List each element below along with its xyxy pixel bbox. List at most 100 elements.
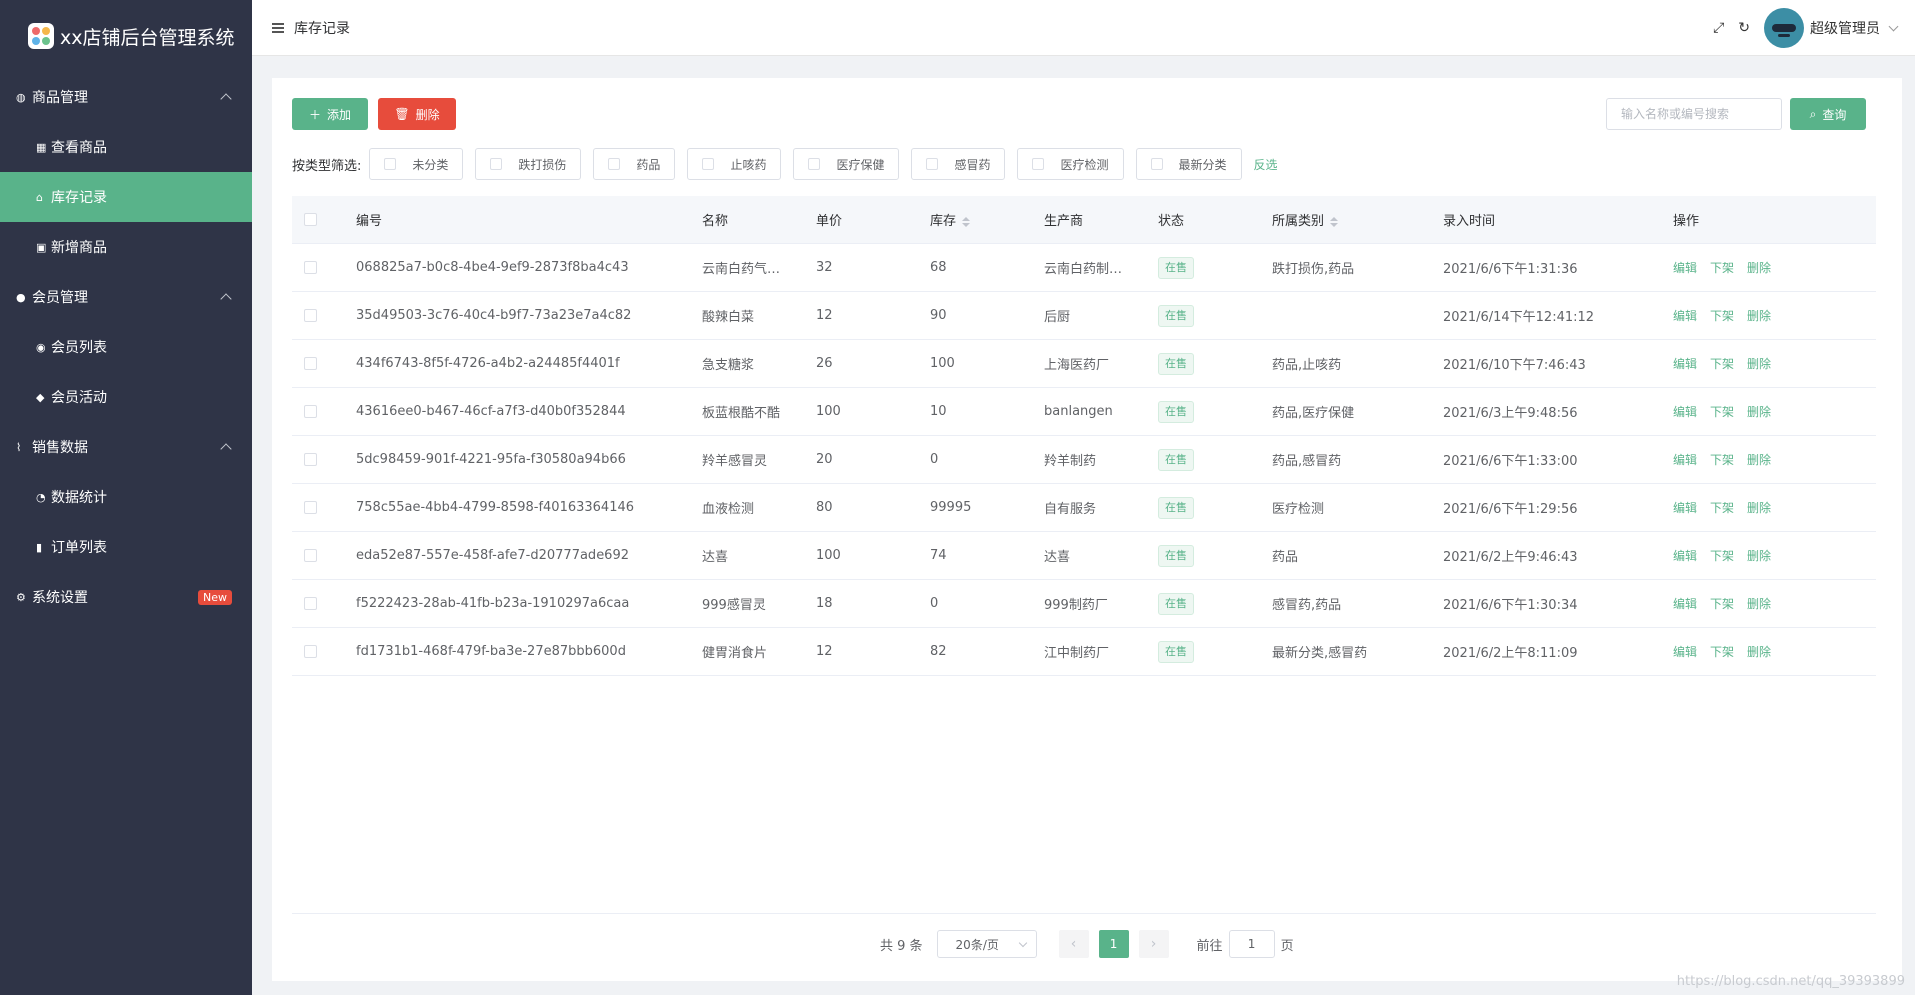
col-header-time: 录入时间 — [1443, 214, 1496, 229]
filter-checkbox[interactable]: 未分类 — [369, 148, 464, 180]
filter-checkbox[interactable]: 最新分类 — [1135, 148, 1242, 180]
users-icon: ◉ — [36, 340, 46, 354]
cell-maker: 江中制药厂 — [1044, 646, 1110, 661]
filter-checkbox[interactable]: 医疗保健 — [793, 148, 900, 180]
edit-link[interactable]: 编辑 — [1673, 405, 1697, 419]
delete-link[interactable]: 删除 — [1747, 453, 1771, 467]
row-checkbox[interactable] — [304, 645, 317, 658]
checkbox[interactable] — [1150, 158, 1163, 170]
sidebar-item-1-1[interactable]: ◆ 会员活动 — [0, 372, 252, 422]
filter-checkbox[interactable]: 药品 — [593, 148, 676, 180]
checkbox[interactable] — [384, 158, 397, 170]
row-checkbox[interactable] — [304, 261, 317, 274]
menu-group-0[interactable]: ◍ 商品管理 — [0, 72, 252, 122]
fullscreen-icon[interactable]: ⤢ — [1713, 20, 1724, 36]
page-number-current[interactable]: 1 — [1098, 930, 1129, 958]
unlist-link[interactable]: 下架 — [1710, 309, 1734, 323]
select-all-checkbox[interactable] — [304, 213, 317, 226]
query-button[interactable]: ⌕ 查询 — [1790, 98, 1866, 130]
filter-checkbox[interactable]: 医疗检测 — [1017, 148, 1124, 180]
row-checkbox[interactable] — [304, 453, 317, 466]
cell-category: 药品,止咳药 — [1272, 358, 1342, 373]
sidebar-item-0-1[interactable]: ⌂ 库存记录 — [0, 172, 252, 222]
filter-checkbox[interactable]: 感冒药 — [911, 148, 1006, 180]
edit-link[interactable]: 编辑 — [1673, 453, 1697, 467]
unlist-link[interactable]: 下架 — [1710, 453, 1734, 467]
edit-link[interactable]: 编辑 — [1673, 357, 1697, 371]
sort-icon[interactable] — [962, 216, 971, 227]
prev-page-button[interactable]: ‹ — [1058, 930, 1089, 958]
unlist-link[interactable]: 下架 — [1710, 501, 1734, 515]
sidebar-item-1-0[interactable]: ◉ 会员列表 — [0, 322, 252, 372]
app-logo[interactable]: xx店铺后台管理系统 — [0, 0, 252, 72]
goto-page-input[interactable] — [1228, 930, 1275, 958]
checkbox[interactable] — [702, 158, 715, 170]
menu-group-settings[interactable]: ⚙ 系统设置 New — [0, 572, 252, 622]
edit-link[interactable]: 编辑 — [1673, 261, 1697, 275]
checkbox[interactable] — [808, 158, 821, 170]
user-name[interactable]: 超级管理员 — [1810, 18, 1880, 38]
edit-link[interactable]: 编辑 — [1673, 549, 1697, 563]
row-checkbox[interactable] — [304, 309, 317, 322]
sort-icon[interactable] — [1330, 216, 1339, 227]
refresh-icon[interactable]: ↻ — [1738, 20, 1750, 36]
filter-option-label: 药品 — [636, 157, 661, 172]
unlist-link[interactable]: 下架 — [1710, 645, 1734, 659]
menu-toggle-icon[interactable] — [272, 22, 284, 33]
delete-link[interactable]: 删除 — [1747, 597, 1771, 611]
search-input[interactable] — [1606, 98, 1782, 130]
cell-price: 80 — [816, 500, 833, 515]
row-checkbox[interactable] — [304, 501, 317, 514]
filter-checkbox[interactable]: 跌打损伤 — [475, 148, 582, 180]
sidebar-item-2-0[interactable]: ◔ 数据统计 — [0, 472, 252, 522]
unlist-link[interactable]: 下架 — [1710, 357, 1734, 371]
checkbox[interactable] — [926, 158, 939, 170]
col-header-category[interactable]: 所属类别 — [1272, 210, 1443, 229]
menu-group-label: 商品管理 — [32, 90, 88, 106]
delete-link[interactable]: 删除 — [1747, 309, 1771, 323]
status-badge: 在售 — [1158, 448, 1194, 471]
chevron-down-icon[interactable] — [1888, 21, 1899, 31]
delete-link[interactable]: 删除 — [1747, 549, 1771, 563]
edit-link[interactable]: 编辑 — [1673, 501, 1697, 515]
cell-actions: 编辑 下架 删除 — [1673, 595, 1873, 612]
col-header-stock[interactable]: 库存 — [930, 210, 1044, 229]
row-checkbox[interactable] — [304, 405, 317, 418]
next-page-button[interactable]: › — [1138, 930, 1169, 958]
checkbox[interactable] — [1032, 158, 1045, 170]
sidebar-item-0-0[interactable]: ▦ 查看商品 — [0, 122, 252, 172]
unlist-link[interactable]: 下架 — [1710, 405, 1734, 419]
edit-link[interactable]: 编辑 — [1673, 597, 1697, 611]
delete-link[interactable]: 删除 — [1747, 645, 1771, 659]
cell-price: 32 — [816, 260, 833, 275]
unlist-link[interactable]: 下架 — [1710, 261, 1734, 275]
unlist-link[interactable]: 下架 — [1710, 549, 1734, 563]
filter-checkbox[interactable]: 止咳药 — [687, 148, 782, 180]
edit-link[interactable]: 编辑 — [1673, 645, 1697, 659]
add-button[interactable]: ＋ 添加 — [292, 98, 368, 130]
unlist-link[interactable]: 下架 — [1710, 597, 1734, 611]
row-checkbox[interactable] — [304, 357, 317, 370]
delete-link[interactable]: 删除 — [1747, 405, 1771, 419]
cell-category: 药品 — [1272, 550, 1299, 565]
status-badge: 在售 — [1158, 640, 1194, 663]
avatar[interactable] — [1764, 7, 1804, 48]
trash-icon: 🗑 — [394, 107, 410, 121]
row-checkbox[interactable] — [304, 597, 317, 610]
menu-group-2[interactable]: ⌇ 销售数据 — [0, 422, 252, 472]
page-size-select[interactable]: 20条/页 — [936, 930, 1037, 958]
delete-link[interactable]: 删除 — [1747, 501, 1771, 515]
delete-link[interactable]: 删除 — [1747, 357, 1771, 371]
delete-button[interactable]: 🗑 删除 — [378, 98, 456, 130]
checkbox[interactable] — [490, 158, 503, 170]
cell-price: 26 — [816, 356, 833, 371]
sidebar-item-0-2[interactable]: ▣ 新增商品 — [0, 222, 252, 272]
sidebar-item-2-1[interactable]: ▮ 订单列表 — [0, 522, 252, 572]
cell-maker: 上海医药厂 — [1044, 358, 1110, 373]
delete-link[interactable]: 删除 — [1747, 261, 1771, 275]
edit-link[interactable]: 编辑 — [1673, 309, 1697, 323]
checkbox[interactable] — [608, 158, 621, 170]
invert-selection-link[interactable]: 反选 — [1254, 156, 1278, 173]
menu-group-1[interactable]: ● 会员管理 — [0, 272, 252, 322]
row-checkbox[interactable] — [304, 549, 317, 562]
